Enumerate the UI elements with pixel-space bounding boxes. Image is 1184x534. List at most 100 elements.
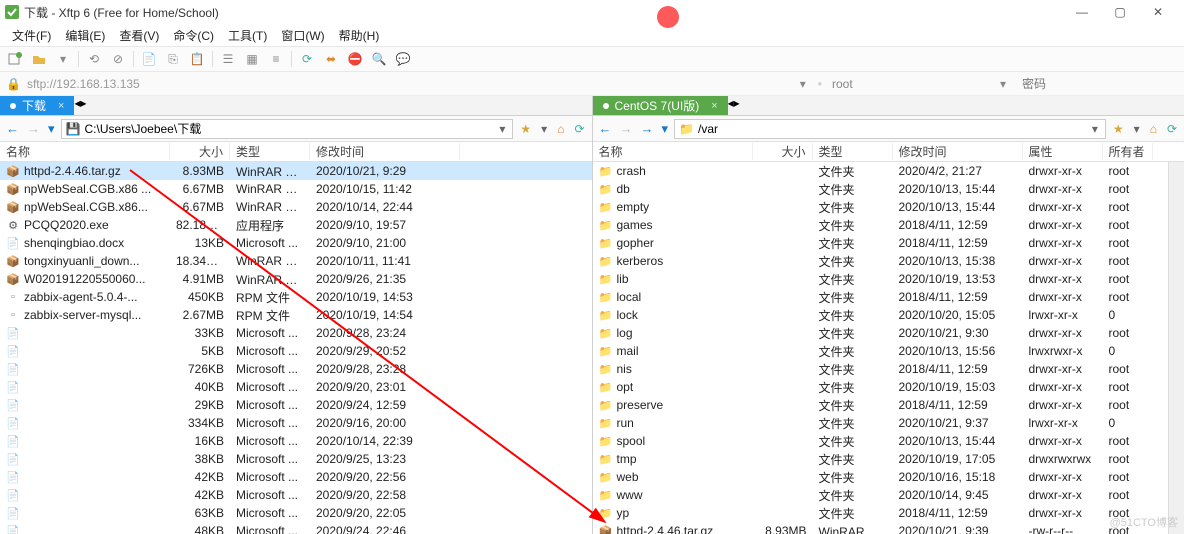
file-row[interactable]: ▫zabbix-agent-5.0.4-...450KBRPM 文件2020/1… — [0, 288, 592, 306]
bookmark-dd[interactable]: ▾ — [538, 122, 550, 136]
sftp-address-input[interactable] — [27, 77, 788, 91]
file-row[interactable]: 📁local文件夹2018/4/11, 12:59drwxr-xr-xroot — [593, 288, 1184, 306]
copy-icon[interactable]: ⎘ — [164, 50, 182, 68]
col-type[interactable]: 类型 — [230, 143, 310, 160]
file-row[interactable]: 📁crash文件夹2020/4/2, 21:27drwxr-xr-xroot — [593, 162, 1184, 180]
file-row[interactable]: 📁run文件夹2020/10/21, 9:37lrwxr-xr-x0 — [593, 414, 1184, 432]
file-row[interactable]: 📦npWebSeal.CGB.x86 ...6.67MBWinRAR ZI...… — [0, 180, 592, 198]
menu-window[interactable]: 窗口(W) — [275, 25, 330, 46]
file-row[interactable]: 📁lib文件夹2020/10/19, 13:53drwxr-xr-xroot — [593, 270, 1184, 288]
col-attr[interactable]: 属性 — [1023, 143, 1103, 160]
file-row[interactable]: ⚙PCQQ2020.exe82.18MB应用程序2020/9/10, 19:57 — [0, 216, 592, 234]
scrollbar[interactable] — [1168, 162, 1184, 534]
file-row[interactable]: 📄5KBMicrosoft ...2020/9/29, 20:52 — [0, 342, 592, 360]
refresh-icon[interactable]: ⟳ — [1164, 122, 1180, 136]
file-row[interactable]: ▫zabbix-server-mysql...2.67MBRPM 文件2020/… — [0, 306, 592, 324]
tab-next-icon[interactable]: ▸ — [80, 96, 86, 110]
col-type[interactable]: 类型 — [813, 143, 893, 160]
list-icon[interactable]: ≡ — [267, 50, 285, 68]
remote-file-list[interactable]: 📁crash文件夹2020/4/2, 21:27drwxr-xr-xroot📁d… — [593, 162, 1184, 534]
dropdown-icon[interactable]: ▾ — [54, 50, 72, 68]
forward-button[interactable]: → — [618, 121, 635, 136]
file-row[interactable]: 📁empty文件夹2020/10/13, 15:44drwxr-xr-xroot — [593, 198, 1184, 216]
file-row[interactable]: 📁nis文件夹2018/4/11, 12:59drwxr-xr-xroot — [593, 360, 1184, 378]
bookmark-icon[interactable]: ★ — [517, 122, 534, 136]
col-mtime[interactable]: 修改时间 — [310, 143, 460, 160]
bookmark-dd[interactable]: ▾ — [1131, 122, 1143, 136]
file-row[interactable]: 📁spool文件夹2020/10/13, 15:44drwxr-xr-xroot — [593, 432, 1184, 450]
sync-icon[interactable]: ⟳ — [298, 50, 316, 68]
transfer-icon[interactable]: ⬌ — [322, 50, 340, 68]
properties-icon[interactable]: ☰ — [219, 50, 237, 68]
search-icon[interactable]: 🔍 — [370, 50, 388, 68]
file-row[interactable]: 📄42KBMicrosoft ...2020/9/20, 22:58 — [0, 486, 592, 504]
address-dropdown[interactable]: ▾ — [794, 77, 812, 91]
path-dropdown[interactable]: ▾ — [1089, 122, 1101, 136]
password-input[interactable] — [1018, 77, 1178, 91]
file-row[interactable]: 📄334KBMicrosoft ...2020/9/16, 20:00 — [0, 414, 592, 432]
close-tab-icon[interactable]: × — [58, 100, 64, 112]
file-row[interactable]: 📁games文件夹2018/4/11, 12:59drwxr-xr-xroot — [593, 216, 1184, 234]
file-row[interactable]: 📦httpd-2.4.46.tar.gz8.93MBWinRAR 压...202… — [593, 522, 1184, 534]
new-session-icon[interactable] — [6, 50, 24, 68]
file-row[interactable]: 📄42KBMicrosoft ...2020/9/20, 22:56 — [0, 468, 592, 486]
menu-file[interactable]: 文件(F) — [6, 25, 57, 46]
col-size[interactable]: 大小 — [170, 143, 230, 160]
forward-button[interactable]: → — [25, 121, 42, 136]
file-row[interactable]: 📁preserve文件夹2018/4/11, 12:59drwxr-xr-xro… — [593, 396, 1184, 414]
history-dropdown[interactable]: ▾ — [660, 121, 671, 137]
history-dropdown[interactable]: ▾ — [46, 121, 57, 137]
file-row[interactable]: 📄shenqingbiao.docx13KBMicrosoft ...2020/… — [0, 234, 592, 252]
home-icon[interactable]: ⌂ — [1147, 122, 1160, 136]
file-row[interactable]: 📁lock文件夹2020/10/20, 15:05lrwxr-xr-x0 — [593, 306, 1184, 324]
back-button[interactable]: ← — [597, 121, 614, 136]
col-owner[interactable]: 所有者 — [1103, 143, 1153, 160]
file-row[interactable]: 📁gopher文件夹2018/4/11, 12:59drwxr-xr-xroot — [593, 234, 1184, 252]
file-row[interactable]: 📦npWebSeal.CGB.x86...6.67MBWinRAR ZI...2… — [0, 198, 592, 216]
file-row[interactable]: 📄63KBMicrosoft ...2020/9/20, 22:05 — [0, 504, 592, 522]
file-row[interactable]: 📦W020191220550060...4.91MBWinRAR 压...202… — [0, 270, 592, 288]
bookmark-icon[interactable]: ★ — [1110, 122, 1127, 136]
refresh-icon[interactable]: ⟳ — [571, 122, 587, 136]
file-row[interactable]: 📁www文件夹2020/10/14, 9:45drwxr-xr-xroot — [593, 486, 1184, 504]
col-name[interactable]: 名称 — [593, 143, 753, 160]
remote-tab[interactable]: CentOS 7(UI版) × — [593, 96, 728, 115]
file-row[interactable]: 📁opt文件夹2020/10/19, 15:03drwxr-xr-xroot — [593, 378, 1184, 396]
file-row[interactable]: 📄29KBMicrosoft ...2020/9/24, 12:59 — [0, 396, 592, 414]
file-row[interactable]: 📁kerberos文件夹2020/10/13, 15:38drwxr-xr-xr… — [593, 252, 1184, 270]
file-row[interactable]: 📁yp文件夹2018/4/11, 12:59drwxr-xr-xroot — [593, 504, 1184, 522]
menu-command[interactable]: 命令(C) — [167, 25, 220, 46]
menu-help[interactable]: 帮助(H) — [333, 25, 386, 46]
stop-icon[interactable]: ⛔ — [346, 50, 364, 68]
back-button[interactable]: ← — [4, 121, 21, 136]
file-row[interactable]: 📄33KBMicrosoft ...2020/9/28, 23:24 — [0, 324, 592, 342]
local-path-box[interactable]: 💾 C:\Users\Joebee\下载 ▾ — [61, 119, 514, 139]
col-mtime[interactable]: 修改时间 — [893, 143, 1023, 160]
file-row[interactable]: 📄48KBMicrosoft ...2020/9/24, 22:46 — [0, 522, 592, 534]
minimize-button[interactable]: — — [1072, 5, 1092, 19]
col-name[interactable]: 名称 — [0, 143, 170, 160]
maximize-button[interactable]: ▢ — [1110, 5, 1130, 19]
new-file-icon[interactable]: 📄 — [140, 50, 158, 68]
file-row[interactable]: 📁log文件夹2020/10/21, 9:30drwxr-xr-xroot — [593, 324, 1184, 342]
local-file-list[interactable]: 📦httpd-2.4.46.tar.gz8.93MBWinRAR 压...202… — [0, 162, 592, 534]
file-row[interactable]: 📁mail文件夹2020/10/13, 15:56lrwxrwxr-x0 — [593, 342, 1184, 360]
user-dropdown[interactable]: ▾ — [994, 77, 1012, 91]
file-row[interactable]: 📄38KBMicrosoft ...2020/9/25, 13:23 — [0, 450, 592, 468]
view-icon[interactable]: ▦ — [243, 50, 261, 68]
menu-tools[interactable]: 工具(T) — [222, 25, 273, 46]
file-row[interactable]: 📁web文件夹2020/10/16, 15:18drwxr-xr-xroot — [593, 468, 1184, 486]
reconnect-icon[interactable]: ⟲ — [85, 50, 103, 68]
col-size[interactable]: 大小 — [753, 143, 813, 160]
remote-path-box[interactable]: 📁 /var ▾ — [674, 119, 1106, 139]
path-dropdown[interactable]: ▾ — [496, 122, 508, 136]
file-row[interactable]: 📦tongxinyuanli_down...18.34MBWinRAR ZI..… — [0, 252, 592, 270]
menu-view[interactable]: 查看(V) — [113, 25, 165, 46]
chat-icon[interactable]: 💬 — [394, 50, 412, 68]
paste-icon[interactable]: 📋 — [188, 50, 206, 68]
file-row[interactable]: 📄726KBMicrosoft ...2020/9/28, 23:28 — [0, 360, 592, 378]
file-row[interactable]: 📄16KBMicrosoft ...2020/10/14, 22:39 — [0, 432, 592, 450]
file-row[interactable]: 📁tmp文件夹2020/10/19, 17:05drwxrwxrwxroot — [593, 450, 1184, 468]
home-icon[interactable]: ⌂ — [554, 122, 567, 136]
file-row[interactable]: 📄40KBMicrosoft ...2020/9/20, 23:01 — [0, 378, 592, 396]
